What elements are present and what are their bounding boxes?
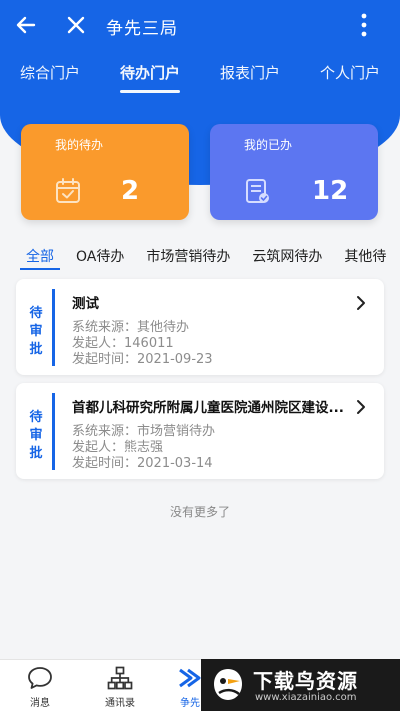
task-card[interactable]: 待审批 首都儿科研究所附属儿童医院通州院区建设... 系统来源：市场营销待办 发… — [16, 383, 384, 479]
back-arrow-icon[interactable] — [14, 13, 38, 37]
tab-comprehensive-portal[interactable]: 综合门户 — [20, 58, 80, 98]
status-divider — [52, 289, 55, 366]
org-chart-icon — [107, 666, 133, 690]
tab-todo-portal[interactable]: 待办门户 — [119, 58, 181, 98]
task-time: 发起时间：2021-09-23 — [72, 352, 213, 367]
watermark-banner: 下载鸟资源 www.xiazainiao.com — [201, 659, 400, 711]
category-tab-oa[interactable]: OA待办 — [70, 238, 130, 274]
nav-item-messages[interactable]: 消息 — [10, 666, 70, 709]
close-icon[interactable] — [64, 13, 88, 37]
watermark-url: www.xiazainiao.com — [255, 692, 357, 703]
status-divider — [52, 393, 55, 470]
my-todo-label: 我的待办 — [55, 138, 104, 152]
top-bar: 争先三局 — [0, 0, 400, 50]
category-tab-all[interactable]: 全部 — [20, 238, 60, 274]
document-check-icon — [246, 179, 269, 203]
task-status: 待审批 — [29, 410, 43, 461]
page-title: 争先三局 — [106, 19, 178, 39]
my-todo-count: 2 — [121, 176, 140, 206]
watermark-title: 下载鸟资源 — [253, 669, 358, 693]
no-more-text: 没有更多了 — [169, 505, 230, 519]
more-menu-icon[interactable] — [354, 12, 374, 38]
calendar-check-icon — [56, 178, 80, 203]
bird-logo-icon — [214, 669, 242, 700]
tab-personal-portal[interactable]: 个人门户 — [320, 58, 380, 98]
portal-tabs: 综合门户 待办门户 报表门户 个人门户 — [0, 58, 400, 98]
task-title: 首都儿科研究所附属儿童医院通州院区建设... — [72, 400, 344, 416]
nav-label: 通讯录 — [105, 698, 135, 709]
task-time: 发起时间：2021-03-14 — [72, 456, 213, 471]
category-tab-other[interactable]: 其他待 — [338, 238, 392, 274]
my-todo-card[interactable]: 我的待办 2 — [21, 124, 189, 220]
nav-label: 争先 — [180, 698, 200, 709]
chevron-right-icon — [357, 400, 365, 414]
tab-report-portal[interactable]: 报表门户 — [220, 58, 280, 98]
task-title: 测试 — [72, 296, 99, 312]
chevron-right-icon — [357, 296, 365, 310]
nav-label: 消息 — [30, 698, 50, 709]
category-tab-yunzhu[interactable]: 云筑网待办 — [246, 238, 328, 274]
nav-item-contacts[interactable]: 通讯录 — [90, 666, 150, 709]
task-card[interactable]: 待审批 测试 系统来源：其他待办 发起人：146011 发起时间：2021-09… — [16, 279, 384, 375]
my-done-count: 12 — [312, 176, 349, 206]
my-done-label: 我的已办 — [244, 138, 293, 152]
my-done-card[interactable]: 我的已办 12 — [210, 124, 378, 220]
category-tabs: 全部 OA待办 市场营销待办 云筑网待办 其他待 — [0, 238, 400, 274]
chat-bubble-icon — [28, 667, 52, 689]
category-tab-marketing[interactable]: 市场营销待办 — [140, 238, 236, 274]
task-status: 待审批 — [29, 306, 43, 357]
zhengxian-icon — [179, 668, 201, 688]
